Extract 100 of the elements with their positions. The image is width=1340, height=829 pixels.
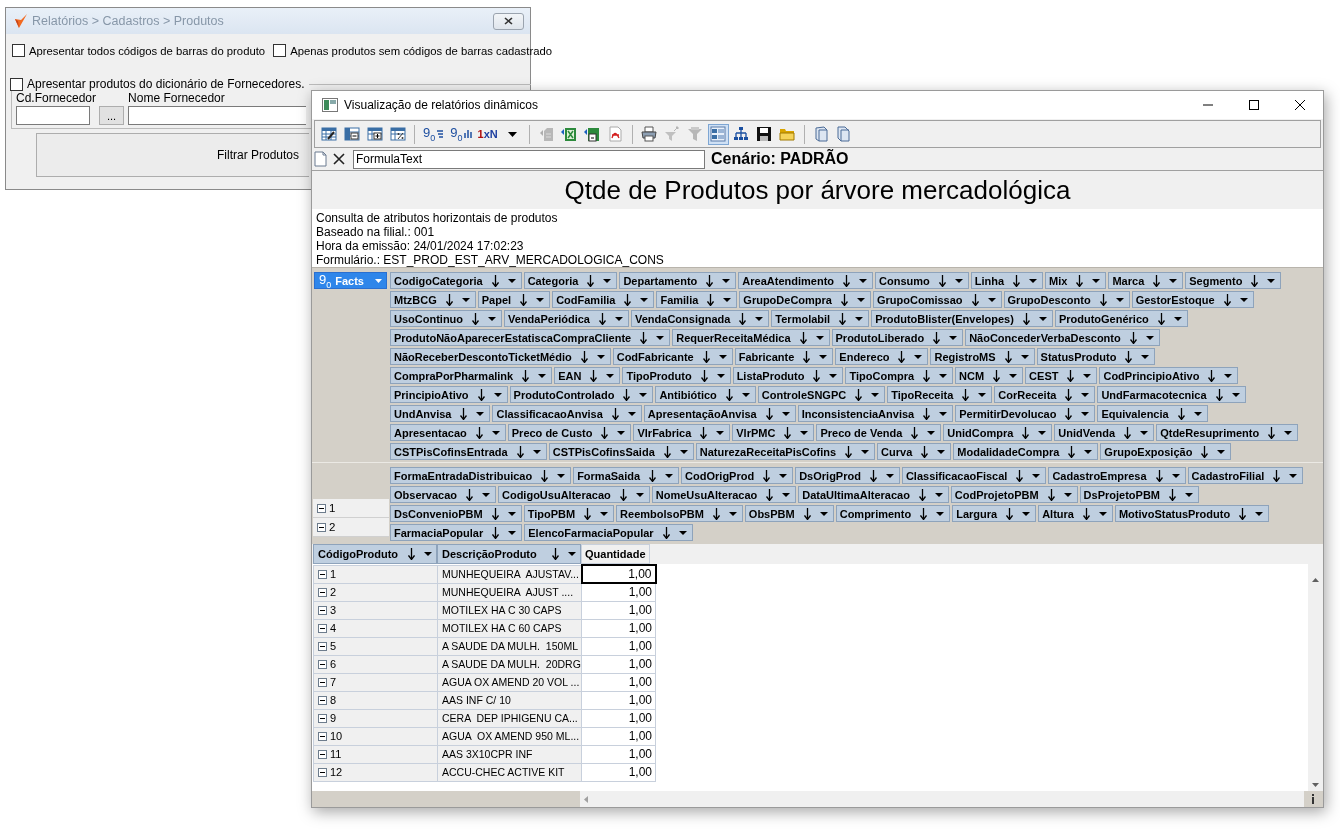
field-chip[interactable]: TipoProduto: [622, 367, 731, 384]
field-chip[interactable]: PrincipioAtivo: [390, 386, 508, 403]
collapse-icon[interactable]: [318, 659, 327, 669]
field-chip[interactable]: Endereco: [835, 348, 929, 365]
field-chip[interactable]: Antibiótico: [655, 386, 756, 403]
field-chip[interactable]: ReembolsoPBM: [616, 505, 743, 522]
field-chip[interactable]: CompraPorPharmalink: [390, 367, 553, 384]
horizontal-scrollbar[interactable]: [580, 791, 1304, 807]
thousands-button[interactable]: 9$_{0}$: [448, 123, 474, 145]
field-chip[interactable]: ProdutoBlister(Envelopes): [871, 310, 1053, 327]
filter-button[interactable]: Filtrar Produtos: [36, 133, 309, 177]
field-chip[interactable]: ClassificacaoAnvisa: [492, 405, 642, 422]
field-chip[interactable]: CodOrigProd: [681, 467, 794, 484]
collapse-icon[interactable]: [318, 569, 327, 579]
print-button[interactable]: [638, 123, 660, 145]
collapse-icon[interactable]: [318, 623, 327, 633]
field-chip[interactable]: ProdutoGenérico: [1054, 310, 1188, 327]
field-chip[interactable]: CEST: [1025, 367, 1098, 384]
collapse-icon[interactable]: [317, 522, 326, 532]
collapse-icon[interactable]: [318, 713, 327, 723]
field-chip[interactable]: VlrPMC: [732, 424, 815, 441]
field-chip[interactable]: ApresentaçãoAnvisa: [643, 405, 796, 422]
column-header[interactable]: CódigoProduto: [313, 544, 437, 564]
field-chip[interactable]: ProdutoLiberado: [831, 329, 964, 346]
field-chip[interactable]: GrupoDesconto: [1003, 291, 1130, 308]
field-chip[interactable]: Marca: [1108, 272, 1184, 289]
field-chip[interactable]: RequerReceitaMédica: [672, 329, 830, 346]
collapse-icon[interactable]: [318, 587, 327, 597]
collapse-icon[interactable]: [317, 503, 326, 513]
field-chip[interactable]: PermitirDevolucao: [955, 405, 1096, 422]
field-chip[interactable]: CodFamilia: [552, 291, 655, 308]
field-chip[interactable]: GrupoComissao: [872, 291, 1002, 308]
browse-button[interactable]: ...: [99, 106, 125, 125]
field-chip[interactable]: CadastroEmpresa: [1048, 467, 1186, 484]
field-chip[interactable]: CorReceita: [994, 386, 1096, 403]
field-chip[interactable]: ListaProduto: [732, 367, 844, 384]
field-chip[interactable]: NCM: [955, 367, 1024, 384]
field-chip[interactable]: Curva: [877, 443, 952, 460]
field-chip[interactable]: Fabricante: [734, 348, 834, 365]
field-chip[interactable]: DsConvenioPBM: [390, 505, 522, 522]
collapse-icon[interactable]: [318, 767, 327, 777]
field-chip[interactable]: Equivalencia: [1097, 405, 1208, 422]
field-chip[interactable]: TipoReceita: [887, 386, 993, 403]
field-chip[interactable]: CSTPisCofinsEntrada: [390, 443, 547, 460]
checkbox[interactable]: [10, 77, 23, 91]
clear-button[interactable]: [333, 153, 345, 165]
field-chip[interactable]: ElencoFarmaciaPopular: [524, 524, 693, 541]
field-chip[interactable]: Categoria: [523, 272, 618, 289]
field-chip[interactable]: NãoConcederVerbaDesconto: [965, 329, 1160, 346]
decimals-button[interactable]: 9$_{0}$: [421, 123, 447, 145]
collapse-icon[interactable]: [318, 731, 327, 741]
field-chip[interactable]: DsOrigProd: [795, 467, 900, 484]
field-chip[interactable]: CodFabricante: [612, 348, 733, 365]
field-chip[interactable]: DataUltimaAlteracao: [798, 486, 949, 503]
field-chip[interactable]: Largura: [952, 505, 1037, 522]
field-chip[interactable]: Altura: [1038, 505, 1113, 522]
field-chip[interactable]: VlrFabrica: [633, 424, 731, 441]
input-field[interactable]: [16, 106, 90, 125]
field-chip[interactable]: QtdeResuprimento: [1156, 424, 1299, 441]
input-field[interactable]: [128, 106, 307, 125]
collapse-icon[interactable]: [318, 641, 327, 651]
field-chip[interactable]: UnidCompra: [943, 424, 1053, 441]
field-chip[interactable]: AreaAtendimento: [738, 272, 874, 289]
field-chip[interactable]: FarmaciaPopular: [390, 524, 523, 541]
field-chip[interactable]: Papel: [477, 291, 551, 308]
field-chip[interactable]: MtzBCG: [390, 291, 476, 308]
checkbox[interactable]: [273, 44, 287, 57]
collapse-icon[interactable]: [318, 605, 327, 615]
field-chip[interactable]: UsoContinuo: [390, 310, 503, 327]
field-chip[interactable]: ObsPBM: [744, 505, 834, 522]
close-button[interactable]: [493, 12, 524, 30]
field-chip[interactable]: ProdutoNãoAparecerEstatiscaCompraCliente: [390, 329, 671, 346]
collapse-icon[interactable]: [318, 749, 327, 759]
field-chip[interactable]: FormaEntradaDistribuicao: [390, 467, 572, 484]
field-chip[interactable]: UndAnvisa: [390, 405, 491, 422]
field-chip[interactable]: ModalidadeCompra: [953, 443, 1099, 460]
layout-button[interactable]: [707, 123, 729, 145]
format-button[interactable]: 1xN: [475, 123, 500, 145]
field-chip[interactable]: StatusProduto: [1036, 348, 1156, 365]
field-chip[interactable]: DsProjetoPBM: [1079, 486, 1199, 503]
field-chip[interactable]: EAN: [554, 367, 621, 384]
field-chip[interactable]: Termolabil: [771, 310, 870, 327]
field-chip[interactable]: ClassificacaoFiscal: [901, 467, 1047, 484]
field-chip[interactable]: RegistroMS: [930, 348, 1035, 365]
checkbox[interactable]: [12, 44, 25, 57]
field-chip[interactable]: VendaConsignada: [631, 310, 770, 327]
column-header[interactable]: Quantidade: [581, 544, 650, 564]
field-chip[interactable]: InconsistenciaAnvisa: [797, 405, 954, 422]
field-chip[interactable]: UndFarmacotecnica: [1097, 386, 1246, 403]
field-chip[interactable]: TipoPBM: [523, 505, 615, 522]
field-chip[interactable]: Observacao: [390, 486, 496, 503]
field-chip[interactable]: GrupoDeCompra: [739, 291, 871, 308]
field-chip[interactable]: Linha: [970, 272, 1044, 289]
field-chip[interactable]: Mix: [1045, 272, 1107, 289]
field-chip[interactable]: MotivoStatusProduto: [1114, 505, 1270, 522]
field-chip[interactable]: CSTPisCofinsSaida: [548, 443, 694, 460]
facts-button[interactable]: 9$_{0}$ Facts: [314, 272, 387, 289]
field-chip[interactable]: Familia: [656, 291, 738, 308]
field-chip[interactable]: Preco de Custo: [507, 424, 632, 441]
field-chip[interactable]: TipoCompra: [845, 367, 954, 384]
